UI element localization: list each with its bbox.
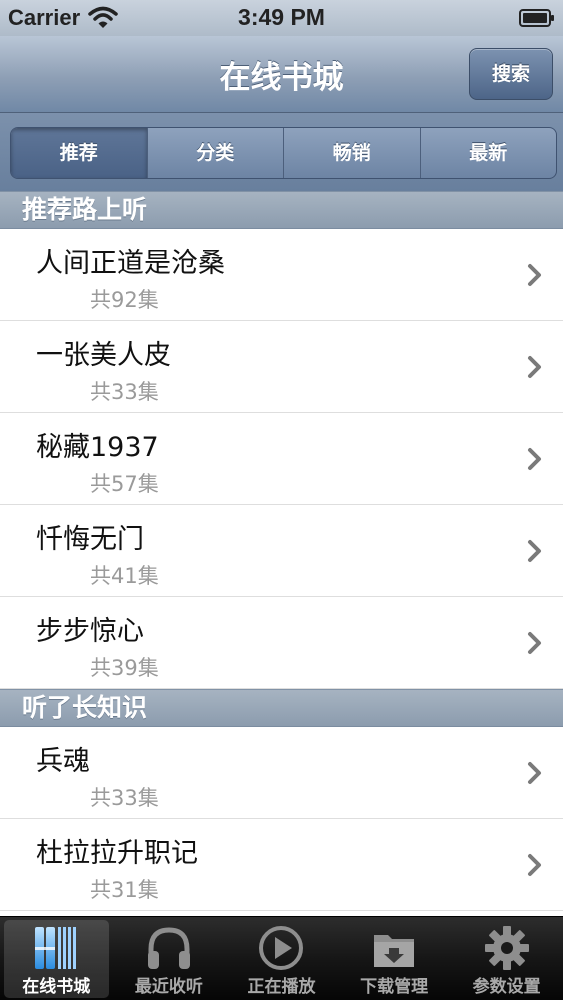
item-title: 步步惊心 [36, 616, 144, 647]
item-title: 杜拉拉升职记 [36, 838, 198, 869]
chevron-right-icon [528, 356, 541, 378]
segment-bar: 推荐 分类 畅销 最新 [0, 113, 563, 191]
tab-download-manager[interactable]: 下载管理 [338, 917, 451, 1000]
section-header: 听了长知识 [0, 689, 563, 727]
item-episode-count: 共33集 [90, 380, 159, 404]
chevron-right-icon [528, 632, 541, 654]
segment-recommended[interactable]: 推荐 [11, 128, 147, 178]
app-screen: Carrier 3:49 PM 在线书城 搜索 推荐 分类 畅销 最新 推荐路上… [0, 0, 563, 1000]
tab-label: 正在播放 [247, 977, 316, 997]
play-circle-icon [259, 926, 304, 970]
chevron-right-icon [528, 448, 541, 470]
list-item[interactable]: 秘藏1937 共57集 [0, 413, 563, 505]
item-episode-count: 共92集 [90, 288, 159, 312]
section-header: 推荐路上听 [0, 191, 563, 229]
status-bar: Carrier 3:49 PM [0, 0, 563, 36]
tab-recently-played[interactable]: 最近收听 [113, 917, 226, 1000]
item-episode-count: 共39集 [90, 656, 159, 680]
item-episode-count: 共31集 [90, 878, 159, 902]
chevron-right-icon [528, 540, 541, 562]
tab-label: 参数设置 [472, 977, 541, 997]
item-episode-count: 共41集 [90, 564, 159, 588]
segment-newest[interactable]: 最新 [419, 128, 557, 178]
headphones-icon [147, 927, 190, 969]
bookshelf-icon [35, 927, 77, 969]
tab-now-playing[interactable]: 正在播放 [225, 917, 338, 1000]
item-episode-count: 共33集 [90, 786, 159, 810]
tab-label: 最近收听 [134, 977, 203, 997]
tab-settings[interactable]: 参数设置 [450, 917, 563, 1000]
list-item[interactable]: 兵魂 共33集 [0, 727, 563, 819]
tab-bar: 在线书城 最近收听 正在播放 下载管理 参数设置 [0, 916, 563, 1000]
chevron-right-icon [528, 264, 541, 286]
item-title: 兵魂 [36, 746, 90, 777]
tab-label: 下载管理 [360, 977, 429, 997]
segment-bestsellers[interactable]: 畅销 [283, 128, 420, 178]
folder-download-icon [374, 935, 415, 967]
category-segmented-control: 推荐 分类 畅销 最新 [10, 127, 557, 179]
navigation-bar: 在线书城 搜索 [0, 36, 563, 113]
segment-categories[interactable]: 分类 [146, 128, 284, 178]
item-title: 秘藏1937 [36, 432, 159, 463]
battery-icon [519, 9, 554, 27]
chevron-right-icon [528, 854, 541, 876]
list-item[interactable]: 杜拉拉升职记 共31集 [0, 819, 563, 911]
tab-label: 在线书城 [22, 977, 91, 997]
book-list[interactable]: 推荐路上听 人间正道是沧桑 共92集 一张美人皮 共33集 秘藏1937 共57… [0, 191, 563, 916]
item-title: 一张美人皮 [36, 340, 171, 371]
search-button[interactable]: 搜索 [469, 48, 553, 100]
list-item[interactable]: 步步惊心 共39集 [0, 597, 563, 689]
tab-online-bookstore[interactable]: 在线书城 [0, 917, 113, 1000]
gear-icon [484, 926, 529, 970]
list-item[interactable]: 忏悔无门 共41集 [0, 505, 563, 597]
item-episode-count: 共57集 [90, 472, 159, 496]
status-time: 3:49 PM [238, 4, 325, 30]
list-item[interactable]: 人间正道是沧桑 共92集 [0, 229, 563, 321]
chevron-right-icon [528, 762, 541, 784]
item-title: 忏悔无门 [36, 524, 144, 555]
list-item[interactable]: 一张美人皮 共33集 [0, 321, 563, 413]
item-title: 人间正道是沧桑 [36, 248, 225, 279]
